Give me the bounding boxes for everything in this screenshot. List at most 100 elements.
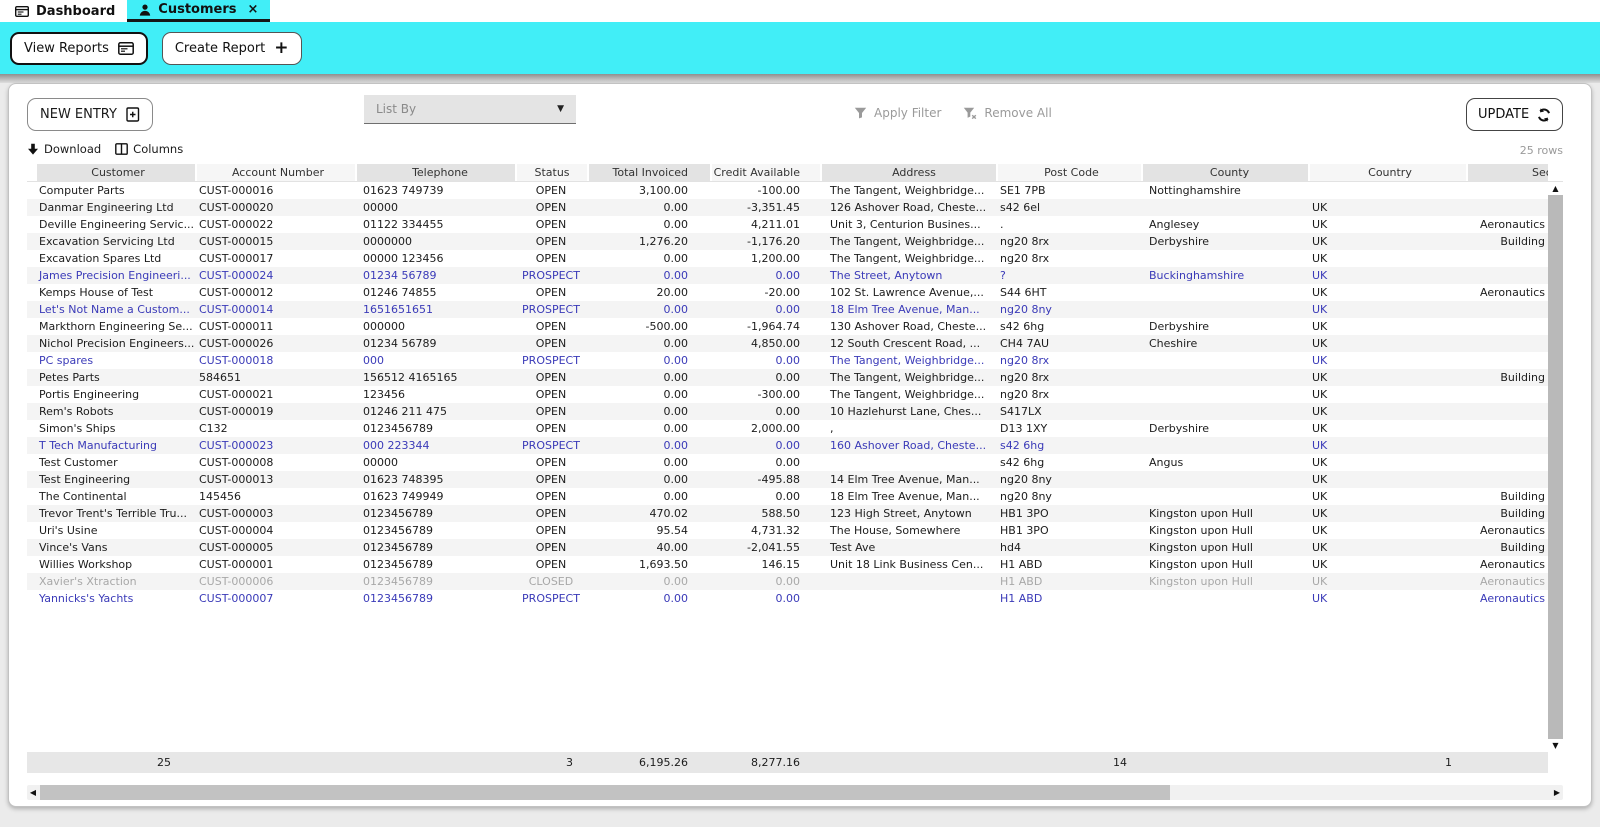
table-row[interactable]: Trevor Trent's Terrible Tru... CUST-0000…: [27, 505, 1548, 522]
header-total-invoiced[interactable]: Total Invoiced: [587, 164, 710, 181]
cell-post-code: ng20 8ny: [1000, 473, 1052, 486]
customers-table: Customer Account Number Telephone Status…: [27, 164, 1563, 773]
table-row[interactable]: T Tech Manufacturing CUST-000023 000 223…: [27, 437, 1548, 454]
header-post-code[interactable]: Post Code: [996, 164, 1141, 181]
cell-customer: Kemps House of Test: [39, 286, 154, 299]
table-row[interactable]: Let's Not Name a Custom... CUST-000014 1…: [27, 301, 1548, 318]
header-customer[interactable]: Customer: [35, 164, 195, 181]
header-county[interactable]: County: [1141, 164, 1308, 181]
table-row[interactable]: Vince's Vans CUST-000005 0123456789 OPEN…: [27, 539, 1548, 556]
cell-county: Derbyshire: [1149, 235, 1210, 248]
cell-country: [1308, 182, 1466, 199]
vertical-scrollbar[interactable]: ▲ ▼: [1548, 182, 1563, 752]
table-row[interactable]: Kemps House of Test CUST-000012 01246 74…: [27, 284, 1548, 301]
table-row[interactable]: Uri's Usine CUST-000004 0123456789 OPEN …: [27, 522, 1548, 539]
summary-credit-available: 8,277.16: [751, 756, 800, 769]
cell-county: Kingston upon Hull: [1149, 575, 1253, 588]
new-entry-button[interactable]: NEW ENTRY: [27, 98, 153, 131]
summary-status-count: 3: [566, 756, 573, 769]
cell-customer: Let's Not Name a Custom...: [39, 303, 190, 316]
cell-country: UK: [1312, 337, 1328, 350]
create-report-button[interactable]: Create Report +: [161, 31, 302, 65]
cell-address: 18 Elm Tree Avenue, Man...: [830, 303, 980, 316]
apply-filter-button[interactable]: Apply Filter: [854, 106, 941, 120]
cell-address: 14 Elm Tree Avenue, Man...: [830, 473, 980, 486]
table-row[interactable]: Simon's Ships C132 0123456789 OPEN 0.00 …: [27, 420, 1548, 437]
tab-customers[interactable]: Customers ×: [127, 0, 271, 22]
header-credit-available[interactable]: Credit Available: [710, 164, 820, 181]
cell-credit-available: -2,041.55: [747, 541, 800, 554]
header-account-number[interactable]: Account Number: [195, 164, 355, 181]
cell-total-invoiced: 3,100.00: [639, 184, 688, 197]
table-row[interactable]: Yannicks's Yachts CUST-000007 0123456789…: [27, 590, 1548, 607]
table-row[interactable]: Deville Engineering Servic... CUST-00002…: [27, 216, 1548, 233]
remove-all-button[interactable]: Remove All: [963, 106, 1052, 120]
cell-address: [820, 573, 996, 590]
cell-telephone: 0123456789: [363, 592, 433, 605]
table-row[interactable]: Excavation Spares Ltd CUST-000017 00000 …: [27, 250, 1548, 267]
scroll-down-icon[interactable]: ▼: [1548, 739, 1563, 752]
header-telephone[interactable]: Telephone: [355, 164, 515, 181]
cell-credit-available: 4,211.01: [751, 218, 800, 231]
cell-county: Kingston upon Hull: [1149, 524, 1253, 537]
table-row[interactable]: Xavier's Xtraction CUST-000006 012345678…: [27, 573, 1548, 590]
scroll-up-icon[interactable]: ▲: [1548, 182, 1563, 195]
tab-dashboard[interactable]: Dashboard: [3, 0, 128, 22]
cell-county: [1141, 403, 1308, 420]
cell-post-code: D13 1XY: [1000, 422, 1048, 435]
header-address[interactable]: Address: [820, 164, 996, 181]
cell-total-invoiced: 0.00: [663, 354, 689, 367]
scroll-left-icon[interactable]: ◀: [27, 785, 39, 800]
table-row[interactable]: James Precision Engineeri... CUST-000024…: [27, 267, 1548, 284]
chevron-down-icon: ▼: [557, 104, 564, 114]
table-row[interactable]: Petes Parts 584651 156512 4165165 OPEN 0…: [27, 369, 1548, 386]
header-status[interactable]: Status: [515, 164, 587, 181]
cell-customer: Simon's Ships: [39, 422, 116, 435]
table-row[interactable]: PC spares CUST-000018 000 PROSPECT 0.00 …: [27, 352, 1548, 369]
cell-account-number: CUST-000012: [199, 286, 274, 299]
columns-icon: [115, 143, 129, 155]
table-row[interactable]: The Continental 145456 01623 749949 OPEN…: [27, 488, 1548, 505]
update-button[interactable]: UPDATE: [1466, 98, 1564, 131]
cell-account-number: CUST-000017: [199, 252, 274, 265]
close-icon[interactable]: ×: [248, 2, 259, 17]
list-by-select[interactable]: List By ▼: [364, 95, 576, 124]
cell-country: UK: [1312, 422, 1328, 435]
horizontal-scrollbar[interactable]: ◀ ▶: [27, 785, 1563, 800]
columns-button[interactable]: Columns: [115, 142, 183, 156]
cell-status: OPEN: [535, 371, 567, 384]
table-row[interactable]: Nichol Precision Engineers... CUST-00002…: [27, 335, 1548, 352]
cell-customer: T Tech Manufacturing: [39, 439, 158, 452]
view-reports-button[interactable]: View Reports: [10, 31, 148, 65]
horizontal-scroll-thumb[interactable]: [40, 785, 1170, 800]
header-sector[interactable]: Sector: [1466, 164, 1548, 181]
cell-account-number: CUST-000026: [199, 337, 274, 350]
cell-sector: Aeronautics: [1480, 575, 1545, 588]
cell-status: OPEN: [535, 507, 567, 520]
vertical-scroll-thumb[interactable]: [1548, 195, 1563, 739]
cell-county: [1141, 386, 1308, 403]
download-button[interactable]: Download: [27, 142, 101, 156]
cell-status: PROSPECT: [522, 303, 580, 316]
cell-customer: Test Customer: [39, 456, 118, 469]
cell-customer: Xavier's Xtraction: [39, 575, 137, 588]
cell-total-invoiced: 40.00: [656, 541, 689, 554]
header-country[interactable]: Country: [1308, 164, 1466, 181]
table-row[interactable]: Markthorn Engineering Se... CUST-000011 …: [27, 318, 1548, 335]
table-row[interactable]: Danmar Engineering Ltd CUST-000020 00000…: [27, 199, 1548, 216]
table-summary-row: 25 3 6,195.26 8,277.16 14 1: [27, 752, 1548, 773]
table-row[interactable]: Test Customer CUST-000008 00000 OPEN 0.0…: [27, 454, 1548, 471]
scroll-right-icon[interactable]: ▶: [1551, 785, 1563, 800]
cell-post-code: ng20 8ny: [1000, 490, 1052, 503]
table-row[interactable]: Portis Engineering CUST-000021 123456 OP…: [27, 386, 1548, 403]
cell-post-code: CH4 7AU: [1000, 337, 1050, 350]
cell-account-number: CUST-000022: [199, 218, 274, 231]
cell-county: Buckinghamshire: [1149, 269, 1245, 282]
cell-sector: Aeronautics: [1480, 524, 1545, 537]
table-row[interactable]: Computer Parts CUST-000016 01623 749739 …: [27, 182, 1548, 199]
table-row[interactable]: Test Engineering CUST-000013 01623 74839…: [27, 471, 1548, 488]
table-row[interactable]: Rem's Robots CUST-000019 01246 211 475 O…: [27, 403, 1548, 420]
table-row[interactable]: Excavation Servicing Ltd CUST-000015 000…: [27, 233, 1548, 250]
table-row[interactable]: Willies Workshop CUST-000001 0123456789 …: [27, 556, 1548, 573]
cell-sector: Building: [1500, 507, 1545, 520]
